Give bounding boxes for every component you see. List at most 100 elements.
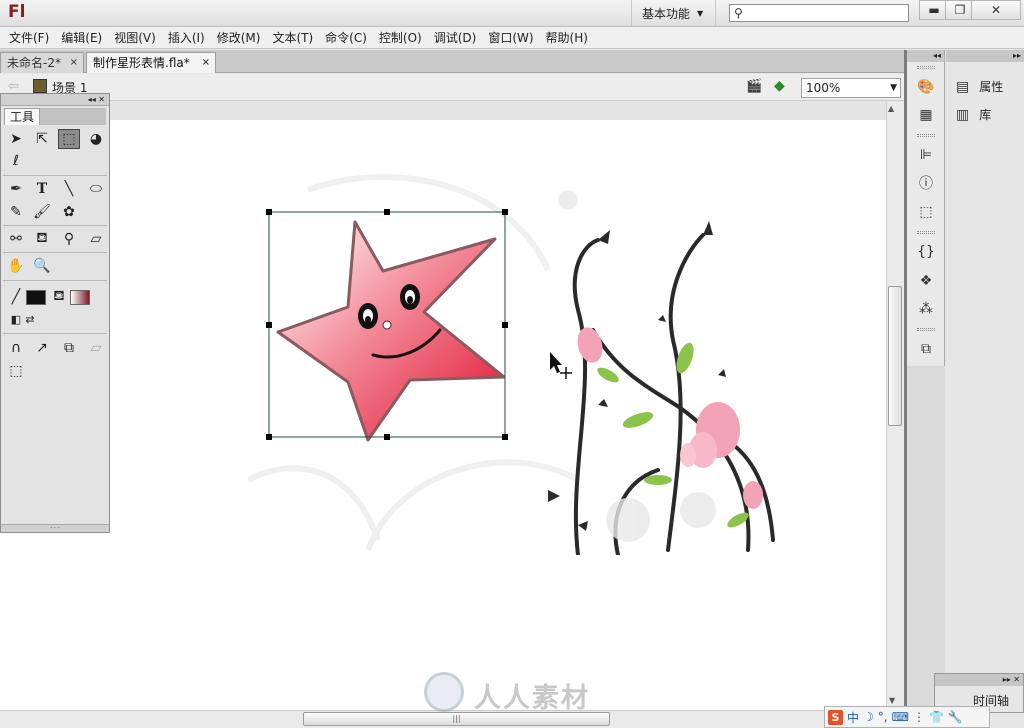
menu-text[interactable]: 文本(T) bbox=[266, 28, 319, 48]
menu-bar: 文件(F) 编辑(E) 视图(V) 插入(I) 修改(M) 文本(T) 命令(C… bbox=[0, 27, 1024, 49]
subselection-tool-icon[interactable]: ⇱ bbox=[31, 129, 53, 149]
tools-panel: ◂◂ ✕ 工具 ➤ ⇱ ⬚ ◕ ℓ ✒ T ╲ ⬭ ✎ 🖌 ✿ ⚯ ⛾ ⚲ ▱ … bbox=[0, 93, 110, 533]
transform-panel-icon[interactable]: ⬚ bbox=[916, 203, 936, 221]
menu-view[interactable]: 视图(V) bbox=[108, 28, 162, 48]
brush-tool-icon[interactable]: 🖌 bbox=[31, 202, 53, 222]
pen-tool-icon[interactable]: ✒ bbox=[5, 179, 27, 199]
components-panel-icon[interactable]: ❖ bbox=[916, 272, 936, 290]
library-panel-button[interactable]: ▥ 库 bbox=[956, 106, 991, 123]
menu-help[interactable]: 帮助(H) bbox=[540, 28, 594, 48]
swap-colors-icon[interactable]: ⇄ bbox=[19, 309, 41, 329]
line-tool-icon[interactable]: ╲ bbox=[58, 179, 80, 199]
menu-file[interactable]: 文件(F) bbox=[3, 28, 55, 48]
swatches-panel-icon[interactable]: ▦ bbox=[916, 106, 936, 124]
ime-language[interactable]: 中 bbox=[847, 709, 859, 726]
menu-window[interactable]: 窗口(W) bbox=[482, 28, 539, 48]
properties-icon: ▤ bbox=[956, 78, 970, 95]
scene-panel-icon[interactable]: ⧉ bbox=[916, 340, 936, 358]
bone-tool-icon[interactable]: ⚯ bbox=[5, 229, 27, 249]
rotate-skew-icon[interactable]: ▱ bbox=[85, 338, 107, 358]
pencil-tool-icon[interactable]: ✎ bbox=[5, 202, 27, 222]
deco-tool-icon[interactable]: ✿ bbox=[58, 202, 80, 222]
tools-panel-footer: · · · bbox=[1, 524, 109, 532]
hand-tool-icon[interactable]: ✋ bbox=[5, 256, 27, 276]
align-panel-icon[interactable]: ⊫ bbox=[916, 146, 936, 164]
straighten-icon[interactable]: ⧉ bbox=[58, 338, 80, 358]
zoom-select[interactable]: 100% ▼ bbox=[801, 78, 901, 98]
help-search-input[interactable]: ⚲ bbox=[729, 4, 909, 22]
title-bar: Fl 基本功能 ▼ ⚲ ▬ ❐ ✕ bbox=[0, 0, 1024, 27]
free-transform-tool-icon[interactable]: ⬚ bbox=[58, 129, 80, 149]
watermark-text: 人人素材 bbox=[474, 683, 590, 714]
panel-icon-dock: ◂◂ 🎨 ▦ ⊫ ⓘ ⬚ {} ❖ ⁂ ⧉ bbox=[907, 50, 945, 366]
shirt-icon[interactable]: 👕 bbox=[929, 710, 944, 724]
move-cursor-icon bbox=[550, 352, 572, 379]
stroke-color-swatch[interactable] bbox=[26, 290, 46, 305]
tab-star-expression-fla[interactable]: 制作星形表情.fla* × bbox=[86, 52, 216, 73]
dots-icon[interactable]: ⋮ bbox=[913, 710, 925, 724]
zoom-tool-icon[interactable]: 🔍 bbox=[31, 256, 53, 276]
eyedropper-tool-icon[interactable]: ⚲ bbox=[58, 229, 80, 249]
back-arrow-icon[interactable]: ⇦ bbox=[8, 79, 19, 94]
tools-panel-header[interactable]: ◂◂ ✕ bbox=[1, 94, 109, 106]
smooth-icon[interactable]: ↗ bbox=[31, 338, 53, 358]
menu-edit[interactable]: 编辑(E) bbox=[55, 28, 108, 48]
panel-name-dock: ▸▸ ▤ 属性 ▥ 库 bbox=[946, 50, 1024, 728]
properties-label: 属性 bbox=[979, 80, 1004, 94]
color-panel-icon[interactable]: 🎨 bbox=[916, 78, 936, 96]
info-panel-icon[interactable]: ⓘ bbox=[916, 175, 936, 193]
menu-modify[interactable]: 修改(M) bbox=[211, 28, 267, 48]
dock-collapse-header[interactable]: ▸▸ bbox=[946, 50, 1024, 62]
tab-close-icon[interactable]: × bbox=[70, 53, 78, 73]
workspace-switcher[interactable]: 基本功能 ▼ bbox=[631, 0, 716, 26]
timeline-header[interactable]: ▸▸ ✕ bbox=[935, 674, 1023, 686]
app-logo: Fl bbox=[8, 2, 26, 22]
paint-bucket-tool-icon[interactable]: ⛾ bbox=[31, 229, 53, 249]
chevron-down-icon: ▼ bbox=[890, 83, 897, 93]
tab-untitled-2[interactable]: 未命名-2* × bbox=[0, 52, 84, 73]
stage-artwork[interactable] bbox=[248, 150, 778, 555]
code-snippets-icon[interactable]: {} bbox=[916, 243, 936, 261]
stroke-color-icon[interactable]: ╱ bbox=[5, 287, 27, 307]
edit-scene-icon[interactable]: 🎬 bbox=[746, 79, 762, 94]
close-button[interactable]: ✕ bbox=[971, 0, 1021, 20]
edit-symbols-icon[interactable]: ◆ bbox=[774, 78, 785, 94]
stage-top-strip bbox=[110, 102, 886, 120]
chevron-down-icon: ▼ bbox=[697, 8, 704, 18]
keyboard-icon[interactable]: ⌨ bbox=[892, 710, 909, 724]
tab-close-icon[interactable]: × bbox=[202, 53, 210, 73]
eraser-tool-icon[interactable]: ▱ bbox=[85, 229, 107, 249]
selection-tool-icon[interactable]: ➤ bbox=[5, 129, 27, 149]
fill-color-swatch[interactable] bbox=[70, 290, 90, 305]
menu-commands[interactable]: 命令(C) bbox=[319, 28, 373, 48]
document-tab-bar: 未命名-2* × 制作星形表情.fla* × bbox=[0, 50, 904, 73]
wrench-icon[interactable]: 🔧 bbox=[948, 710, 963, 724]
watermark: 人人素材 bbox=[420, 672, 620, 716]
menu-insert[interactable]: 插入(I) bbox=[162, 28, 211, 48]
text-tool-icon[interactable]: T bbox=[31, 179, 53, 199]
workspace-label: 基本功能 bbox=[642, 6, 691, 21]
ime-toolbar[interactable]: S 中 ☽ °, ⌨ ⋮ 👕 🔧 bbox=[824, 706, 990, 728]
edit-bar: ⇦ 场景 1 🎬 ◆ 100% ▼ bbox=[0, 74, 904, 101]
moon-icon[interactable]: ☽ bbox=[863, 710, 874, 724]
sogou-icon[interactable]: S bbox=[828, 709, 843, 725]
vertical-scroll-thumb[interactable] bbox=[888, 286, 902, 426]
motion-presets-icon[interactable]: ⁂ bbox=[916, 300, 936, 318]
search-icon: ⚲ bbox=[734, 6, 743, 20]
scale-icon[interactable]: ⬚ bbox=[5, 361, 27, 381]
fill-color-icon[interactable]: ⛾ bbox=[48, 287, 70, 307]
scroll-up-icon[interactable]: ▲ bbox=[888, 104, 894, 113]
oval-tool-icon[interactable]: ⬭ bbox=[85, 179, 107, 199]
menu-debug[interactable]: 调试(D) bbox=[428, 28, 483, 48]
scene-icon bbox=[33, 79, 47, 93]
3d-rotation-tool-icon[interactable]: ◕ bbox=[85, 129, 107, 149]
properties-panel-button[interactable]: ▤ 属性 bbox=[956, 78, 1003, 95]
tools-tab[interactable]: 工具 bbox=[4, 108, 40, 125]
lasso-tool-icon[interactable]: ℓ bbox=[5, 151, 27, 171]
library-icon: ▥ bbox=[956, 106, 970, 123]
dock-collapse-header[interactable]: ◂◂ bbox=[907, 50, 944, 62]
scroll-down-icon[interactable]: ▼ bbox=[889, 696, 895, 705]
punctuation-icon[interactable]: °, bbox=[878, 710, 888, 724]
menu-control[interactable]: 控制(O) bbox=[373, 28, 428, 48]
snap-to-objects-icon[interactable]: ∩ bbox=[5, 338, 27, 358]
